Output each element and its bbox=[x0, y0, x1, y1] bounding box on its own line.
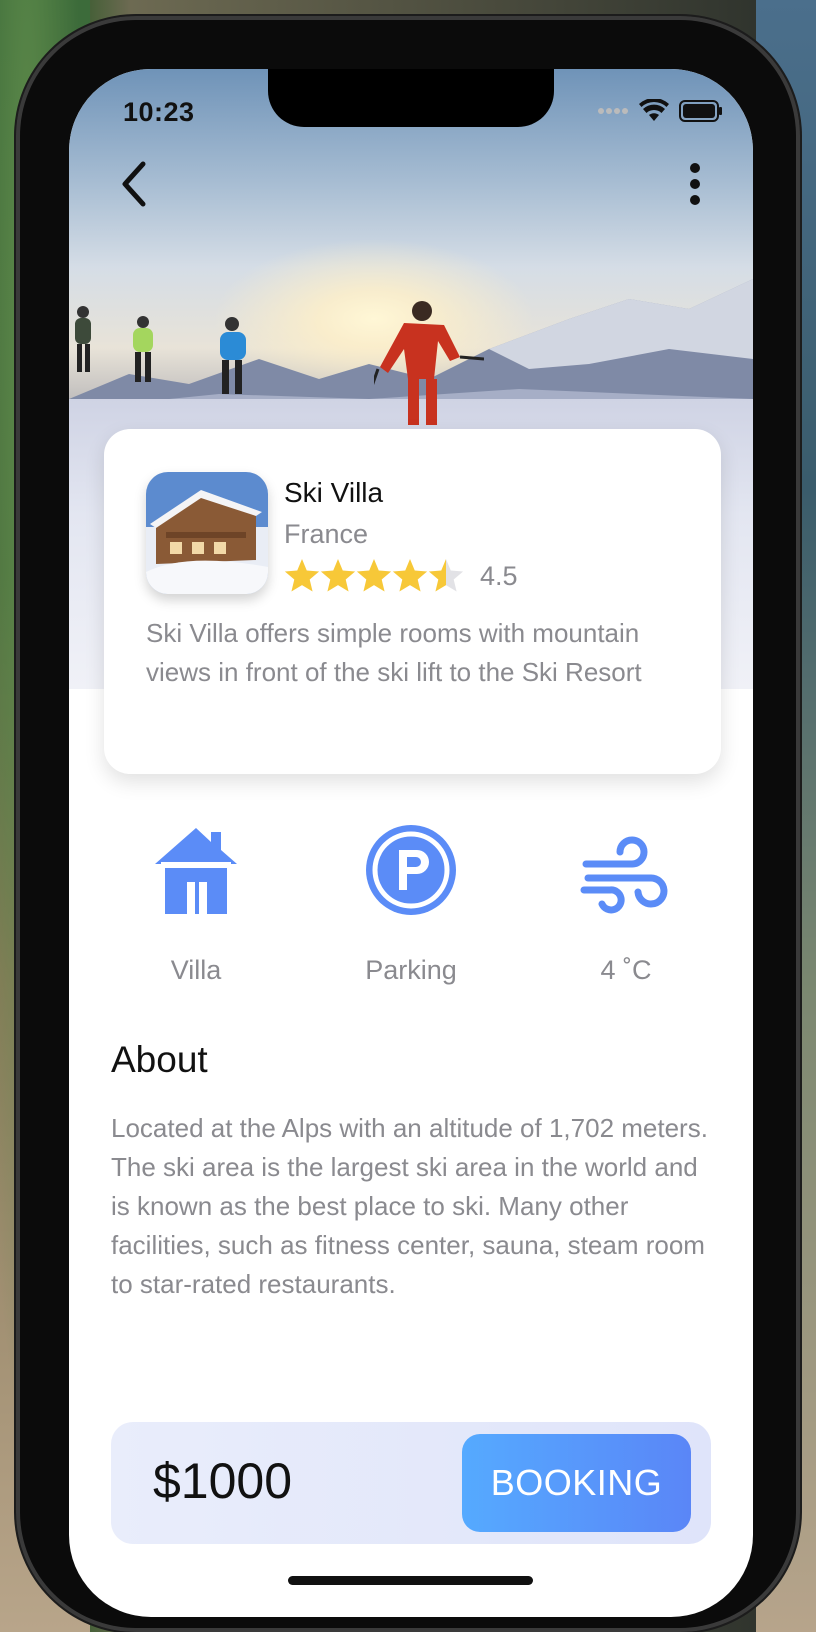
skier-figure bbox=[133, 316, 153, 382]
more-vertical-icon bbox=[690, 163, 700, 205]
amenity-label-villa: Villa bbox=[170, 955, 222, 985]
notch bbox=[268, 69, 554, 127]
villa-card: Ski Villa France 4.5 Ski Villa offers si… bbox=[104, 429, 721, 774]
price-bar: $1000 BOOKING bbox=[111, 1422, 711, 1544]
star-icon bbox=[320, 559, 356, 592]
amenity-parking: Parking bbox=[321, 824, 501, 986]
phone-frame: 10:23 Ski Villa France 4.5 Ski Villa off… bbox=[16, 16, 800, 1632]
booking-button[interactable]: BOOKING bbox=[462, 1434, 691, 1532]
wind-icon bbox=[580, 836, 668, 914]
parking-icon bbox=[366, 825, 456, 915]
signal-icon bbox=[598, 108, 628, 114]
price: $1000 bbox=[153, 1453, 293, 1509]
star-icon bbox=[284, 559, 320, 592]
house-icon bbox=[155, 828, 237, 914]
amenity-label-temperature: 4 ˚C bbox=[600, 955, 652, 985]
back-button[interactable] bbox=[109, 159, 159, 209]
villa-country: France bbox=[284, 519, 369, 549]
skier-figure bbox=[220, 317, 246, 394]
villa-name: Ski Villa bbox=[284, 477, 384, 508]
skier-figure bbox=[75, 306, 91, 372]
about-text: Located at the Alps with an altitude of … bbox=[111, 1113, 708, 1299]
star-icon bbox=[428, 559, 464, 592]
about-title: About bbox=[111, 1039, 208, 1080]
amenity-temperature: 4 ˚C bbox=[536, 824, 716, 986]
home-indicator[interactable] bbox=[288, 1576, 533, 1585]
star-icon bbox=[392, 559, 428, 592]
status-time: 10:23 bbox=[123, 97, 195, 127]
status-icons bbox=[597, 99, 723, 123]
skier-figure bbox=[374, 301, 484, 425]
wifi-icon bbox=[639, 99, 669, 121]
amenities-row: Villa Parking 4 ˚C bbox=[69, 824, 753, 994]
rating-row: 4.5 bbox=[284, 557, 518, 595]
rating-value: 4.5 bbox=[480, 560, 518, 591]
battery-icon bbox=[679, 100, 722, 122]
amenity-villa: Villa bbox=[106, 824, 286, 986]
star-icon bbox=[356, 559, 392, 592]
villa-thumbnail bbox=[146, 472, 268, 594]
more-options-button[interactable] bbox=[675, 159, 715, 209]
screen: 10:23 Ski Villa France 4.5 Ski Villa off… bbox=[69, 69, 753, 1617]
amenity-label-parking: Parking bbox=[365, 955, 457, 985]
star-rating bbox=[284, 559, 464, 592]
villa-description: Ski Villa offers simple rooms with mount… bbox=[146, 618, 642, 687]
chevron-left-icon bbox=[122, 161, 146, 207]
